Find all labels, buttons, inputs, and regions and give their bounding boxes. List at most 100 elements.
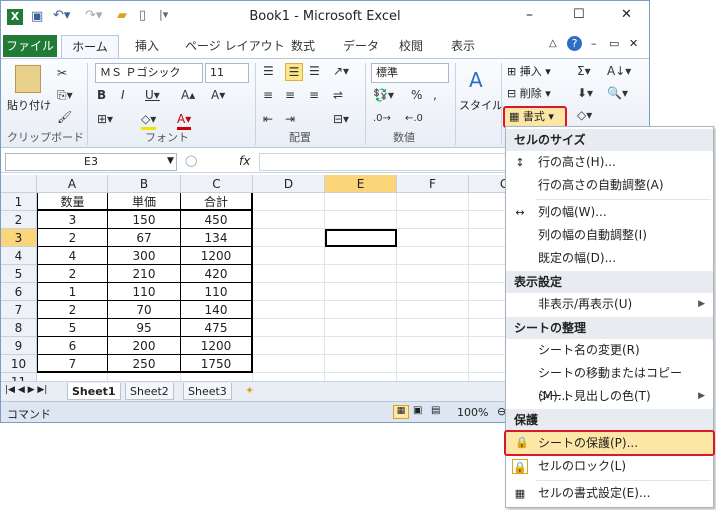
table-cell[interactable]: 140 [181, 301, 253, 319]
find-select-icon[interactable]: 🔍▾ [607, 85, 628, 101]
table-cell[interactable] [325, 211, 397, 229]
align-left-icon[interactable]: ≡ [263, 87, 273, 103]
table-cell[interactable]: 300 [108, 247, 181, 265]
row-header[interactable]: 5 [1, 265, 37, 283]
table-cell[interactable]: 5 [37, 319, 108, 337]
new-sheet-icon[interactable]: ✦ [245, 384, 254, 397]
table-cell[interactable]: 2 [37, 229, 108, 247]
maximize-button[interactable]: ☐ [573, 7, 585, 22]
minimize-button[interactable]: – [526, 7, 533, 23]
page-layout-view-icon[interactable]: ▣ [413, 405, 422, 416]
grow-font-icon[interactable]: B [97, 87, 106, 103]
format-painter-icon[interactable]: 🖌 [57, 109, 72, 125]
minimize-ribbon-icon[interactable]: △ [549, 38, 557, 49]
table-cell[interactable] [325, 283, 397, 301]
align-middle-icon[interactable]: ☰ [285, 63, 303, 81]
table-cell[interactable] [325, 193, 397, 211]
tab-page-layout[interactable]: ページ レイアウト [185, 37, 285, 54]
row-header[interactable]: 2 [1, 211, 37, 229]
table-cell[interactable]: 134 [181, 229, 253, 247]
table-cell[interactable]: 110 [181, 283, 253, 301]
percent-icon[interactable]: % [411, 87, 422, 103]
table-cell[interactable]: 1750 [181, 355, 253, 373]
table-cell[interactable] [397, 265, 469, 283]
table-cell[interactable]: 250 [108, 355, 181, 373]
align-center-icon[interactable]: ≡ [285, 87, 295, 103]
table-cell[interactable]: 450 [181, 211, 253, 229]
table-cell[interactable]: 70 [108, 301, 181, 319]
font-name-select[interactable]: ＭＳ Ｐゴシック [95, 63, 203, 83]
fill-color-icon[interactable]: ◇▾ [141, 111, 157, 130]
table-cell[interactable] [325, 301, 397, 319]
sort-filter-icon[interactable]: A↓▾ [607, 63, 631, 79]
underline-icon[interactable]: U▾ [145, 87, 160, 103]
increase-decimal-icon[interactable]: .0→ [373, 111, 391, 127]
select-all-corner[interactable] [1, 175, 37, 193]
comma-icon[interactable]: , [433, 87, 437, 103]
table-cell[interactable]: 3 [37, 211, 108, 229]
row-header[interactable]: 10 [1, 355, 37, 373]
table-cell[interactable]: 1200 [181, 247, 253, 265]
table-cell[interactable] [325, 319, 397, 337]
name-box-dropdown-icon[interactable]: ▼ [167, 156, 174, 166]
menu-protect-sheet[interactable]: 🔒 シートの保護(P)... [504, 430, 715, 456]
italic-icon[interactable]: I [121, 87, 125, 103]
menu-move-copy-sheet[interactable]: シートの移動またはコピー(M)... [506, 362, 713, 403]
table-cell[interactable] [253, 373, 325, 381]
font-color-icon[interactable]: A▾ [177, 111, 192, 130]
column-header[interactable]: E [325, 175, 397, 193]
table-cell[interactable] [397, 337, 469, 355]
table-cell[interactable] [253, 247, 325, 265]
sheet-tab-2[interactable]: Sheet2 [125, 383, 174, 400]
font-grow-icon[interactable]: A▴ [181, 87, 195, 103]
table-cell[interactable]: 210 [108, 265, 181, 283]
table-cell[interactable]: 200 [108, 337, 181, 355]
column-header[interactable]: F [397, 175, 469, 193]
column-header[interactable]: B [108, 175, 181, 193]
column-header[interactable]: A [37, 175, 108, 193]
copy-icon[interactable]: ⎘▾ [57, 87, 73, 103]
format-cells-button[interactable]: ▦ 書式 ▾ [503, 106, 567, 128]
normal-view-icon[interactable]: ▦ [393, 405, 409, 419]
row-header[interactable]: 11 [1, 373, 37, 381]
currency-icon[interactable]: 💱▾ [373, 87, 394, 103]
tab-insert[interactable]: 挿入 [135, 37, 159, 54]
table-cell[interactable] [397, 355, 469, 373]
align-top-icon[interactable]: ☰ [263, 63, 274, 79]
table-cell[interactable] [397, 229, 469, 247]
column-header[interactable]: C [181, 175, 253, 193]
menu-rename-sheet[interactable]: シート名の変更(R) [506, 339, 713, 362]
table-cell[interactable] [253, 301, 325, 319]
table-cell[interactable]: 1 [37, 283, 108, 301]
table-cell[interactable]: 合計 [181, 193, 253, 211]
cut-icon[interactable]: ✂ [57, 65, 67, 81]
row-header[interactable]: 9 [1, 337, 37, 355]
autosum-icon[interactable]: Σ▾ [577, 63, 591, 79]
tab-data[interactable]: データ [343, 37, 379, 54]
formula-expand-icon[interactable]: ◯ [185, 154, 197, 167]
table-cell[interactable]: 420 [181, 265, 253, 283]
table-cell[interactable] [181, 373, 253, 381]
page-break-view-icon[interactable]: ▤ [431, 405, 440, 416]
increase-indent-icon[interactable]: ⇥ [285, 111, 295, 127]
sheet-nav-icons[interactable]: |◀ ◀ ▶ ▶| [5, 385, 47, 395]
table-cell[interactable] [108, 373, 181, 381]
menu-row-height[interactable]: ↕ 行の高さ(H)... [506, 151, 713, 174]
paste-icon[interactable] [15, 65, 41, 93]
menu-default-width[interactable]: 既定の幅(D)... [506, 247, 713, 270]
table-cell[interactable]: 1200 [181, 337, 253, 355]
paste-button[interactable]: 貼り付け [7, 97, 51, 113]
row-header[interactable]: 1 [1, 193, 37, 211]
table-cell[interactable]: 数量 [37, 193, 108, 211]
table-cell[interactable]: 単価 [108, 193, 181, 211]
table-cell[interactable]: 6 [37, 337, 108, 355]
row-header[interactable]: 3 [1, 229, 37, 247]
tab-review[interactable]: 校閲 [399, 37, 423, 54]
menu-hide-unhide[interactable]: 非表示/再表示(U) ▶ [506, 293, 713, 316]
sheet-tab-1[interactable]: Sheet1 [67, 383, 121, 400]
table-cell[interactable]: 7 [37, 355, 108, 373]
column-header[interactable]: D [253, 175, 325, 193]
menu-lock-cell[interactable]: 🔒 セルのロック(L) [506, 455, 713, 478]
insert-function-button[interactable]: fx [239, 154, 250, 168]
zoom-level[interactable]: 100% [457, 406, 488, 419]
